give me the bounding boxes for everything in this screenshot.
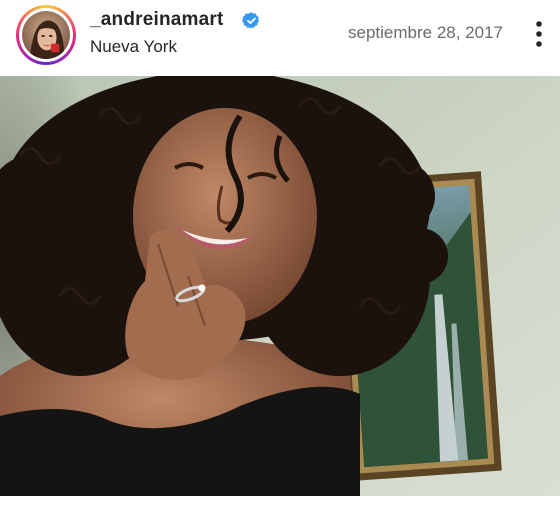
post-photo[interactable] <box>0 76 560 496</box>
post-location[interactable]: Nueva York <box>90 37 177 57</box>
avatar[interactable] <box>22 11 70 59</box>
more-options-icon[interactable] <box>531 20 547 48</box>
story-ring[interactable] <box>16 5 76 65</box>
username[interactable]: _andreinamart <box>90 9 224 31</box>
post-header: _andreinamart Nueva York septiembre 28, … <box>0 0 560 76</box>
verified-badge-icon <box>242 12 260 29</box>
post-footer <box>0 496 560 507</box>
post-date: septiembre 28, 2017 <box>348 23 503 42</box>
